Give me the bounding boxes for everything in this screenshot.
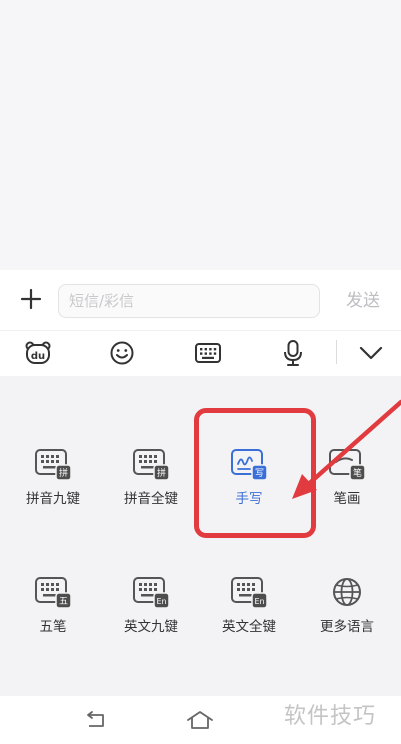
message-history-area [0, 0, 401, 270]
mode-english-9key[interactable]: En 英文九键 [102, 575, 200, 655]
annotation-highlight-box [194, 408, 316, 538]
emoji-button[interactable] [107, 339, 137, 367]
svg-text:笔: 笔 [353, 467, 362, 479]
keyboard-icon: 拼 [35, 449, 72, 481]
mode-label: 英文九键 [124, 619, 178, 635]
svg-text:拼: 拼 [59, 467, 68, 479]
mode-label: 五笔 [39, 619, 67, 635]
stroke-icon: 笔 [329, 449, 366, 481]
mode-label: 英文全键 [222, 619, 276, 635]
back-button[interactable] [81, 706, 111, 734]
keyboard-icon: En [133, 577, 170, 609]
send-button[interactable]: 发送 [338, 288, 388, 314]
watermark: 软件技巧 [280, 700, 401, 744]
keyboard-icon: 五 [35, 577, 72, 609]
mode-wubi[interactable]: 五 五笔 [4, 575, 102, 655]
svg-text:五: 五 [59, 597, 68, 607]
home-button[interactable] [185, 706, 215, 734]
back-icon [87, 711, 104, 727]
globe-icon [333, 578, 361, 606]
home-icon [187, 711, 213, 729]
chevron-down-icon [359, 346, 383, 360]
baidu-du-button[interactable]: du [23, 339, 53, 367]
mode-more-languages[interactable]: 更多语言 [298, 575, 396, 655]
keyboard-icon: En [231, 577, 268, 609]
mode-pinyin-9key[interactable]: 拼 拼音九键 [4, 447, 102, 527]
mode-pinyin-full[interactable]: 拼 拼音全键 [102, 447, 200, 527]
mode-label: 拼音全键 [124, 491, 178, 507]
add-attachment-button[interactable] [14, 282, 48, 316]
emoji-icon [110, 341, 134, 365]
keyboard-icon [195, 343, 221, 363]
mode-english-full[interactable]: En 英文全键 [200, 575, 298, 655]
svg-text:du: du [31, 351, 45, 362]
sms-input[interactable]: 短信/彩信 [58, 284, 320, 318]
microphone-icon [284, 340, 302, 366]
svg-text:En: En [254, 597, 264, 606]
voice-input-button[interactable] [278, 339, 308, 367]
keyboard-button[interactable] [193, 339, 223, 367]
baidu-du-icon: du [25, 341, 51, 364]
keyboard-icon: 拼 [133, 449, 170, 481]
svg-text:En: En [156, 597, 166, 606]
toolbar-divider [336, 340, 337, 364]
mode-label: 拼音九键 [26, 491, 80, 507]
mode-label: 更多语言 [320, 619, 374, 635]
svg-text:拼: 拼 [157, 467, 166, 479]
collapse-keyboard-button[interactable] [356, 339, 386, 367]
plus-icon [20, 288, 42, 310]
